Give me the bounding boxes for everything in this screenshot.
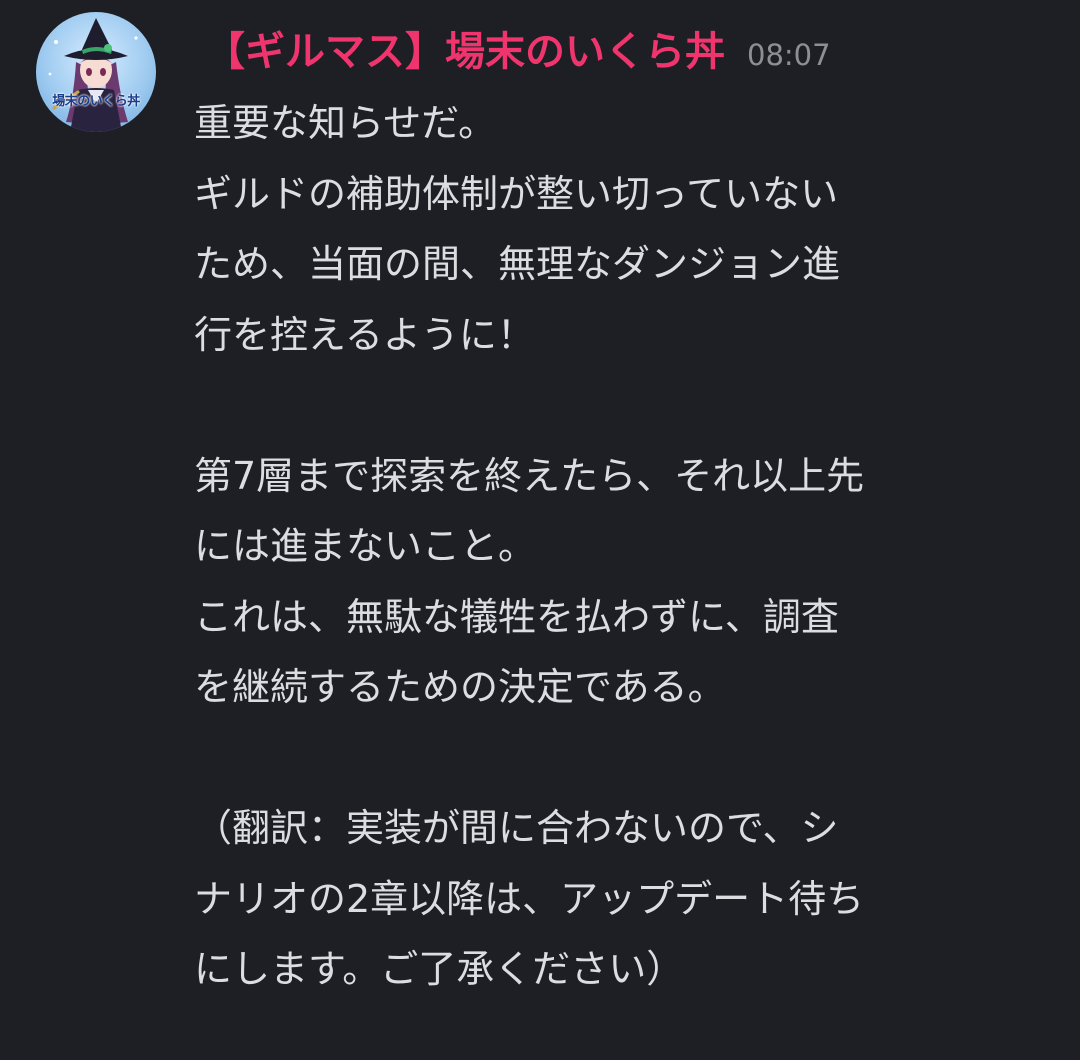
username[interactable]: 【ギルマス】場末のいくら丼 [205,20,725,84]
message-line: ギルドの補助体制が整い切っていない [194,171,839,216]
paragraph-break [194,723,1064,794]
avatar[interactable]: 場末のいくら丼 [36,12,156,132]
message-line: には進まないこと。 [194,524,537,568]
message-body: 重要な知らせだ。 ギルドの補助体制が整い切っていない ため、当面の間、無理なダン… [194,88,1064,1005]
timestamp: 08:07 [747,38,831,72]
paragraph-break [194,370,1064,441]
message-line: 第7層まで探索を終えたら、それ以上先 [194,453,865,498]
message-line: これは、無駄な犠牲を払わずに、調査 [194,594,839,639]
chat-message: 場末のいくら丼 【ギルマス】場末のいくら丼 08:07 重要な知らせだ。 ギルド… [0,0,1080,1060]
message-line: 行を控えるように！ [194,312,535,357]
message-line: （翻訳：実装が間に合わないので、シ [194,806,839,850]
avatar-caption: 場末のいくら丼 [52,94,140,109]
message-line: 重要な知らせだ。 [194,101,497,145]
message-line: を継続するための決定である。 [194,665,726,709]
message-line: にします。ご了承ください） [194,947,685,991]
message-line: ナリオの2章以降は、アップデート待ち [194,876,865,921]
avatar-image [48,18,138,132]
message-line: ため、当面の間、無理なダンジョン進 [194,242,841,286]
message-header: 【ギルマス】場末のいくら丼 08:07 [205,20,831,84]
